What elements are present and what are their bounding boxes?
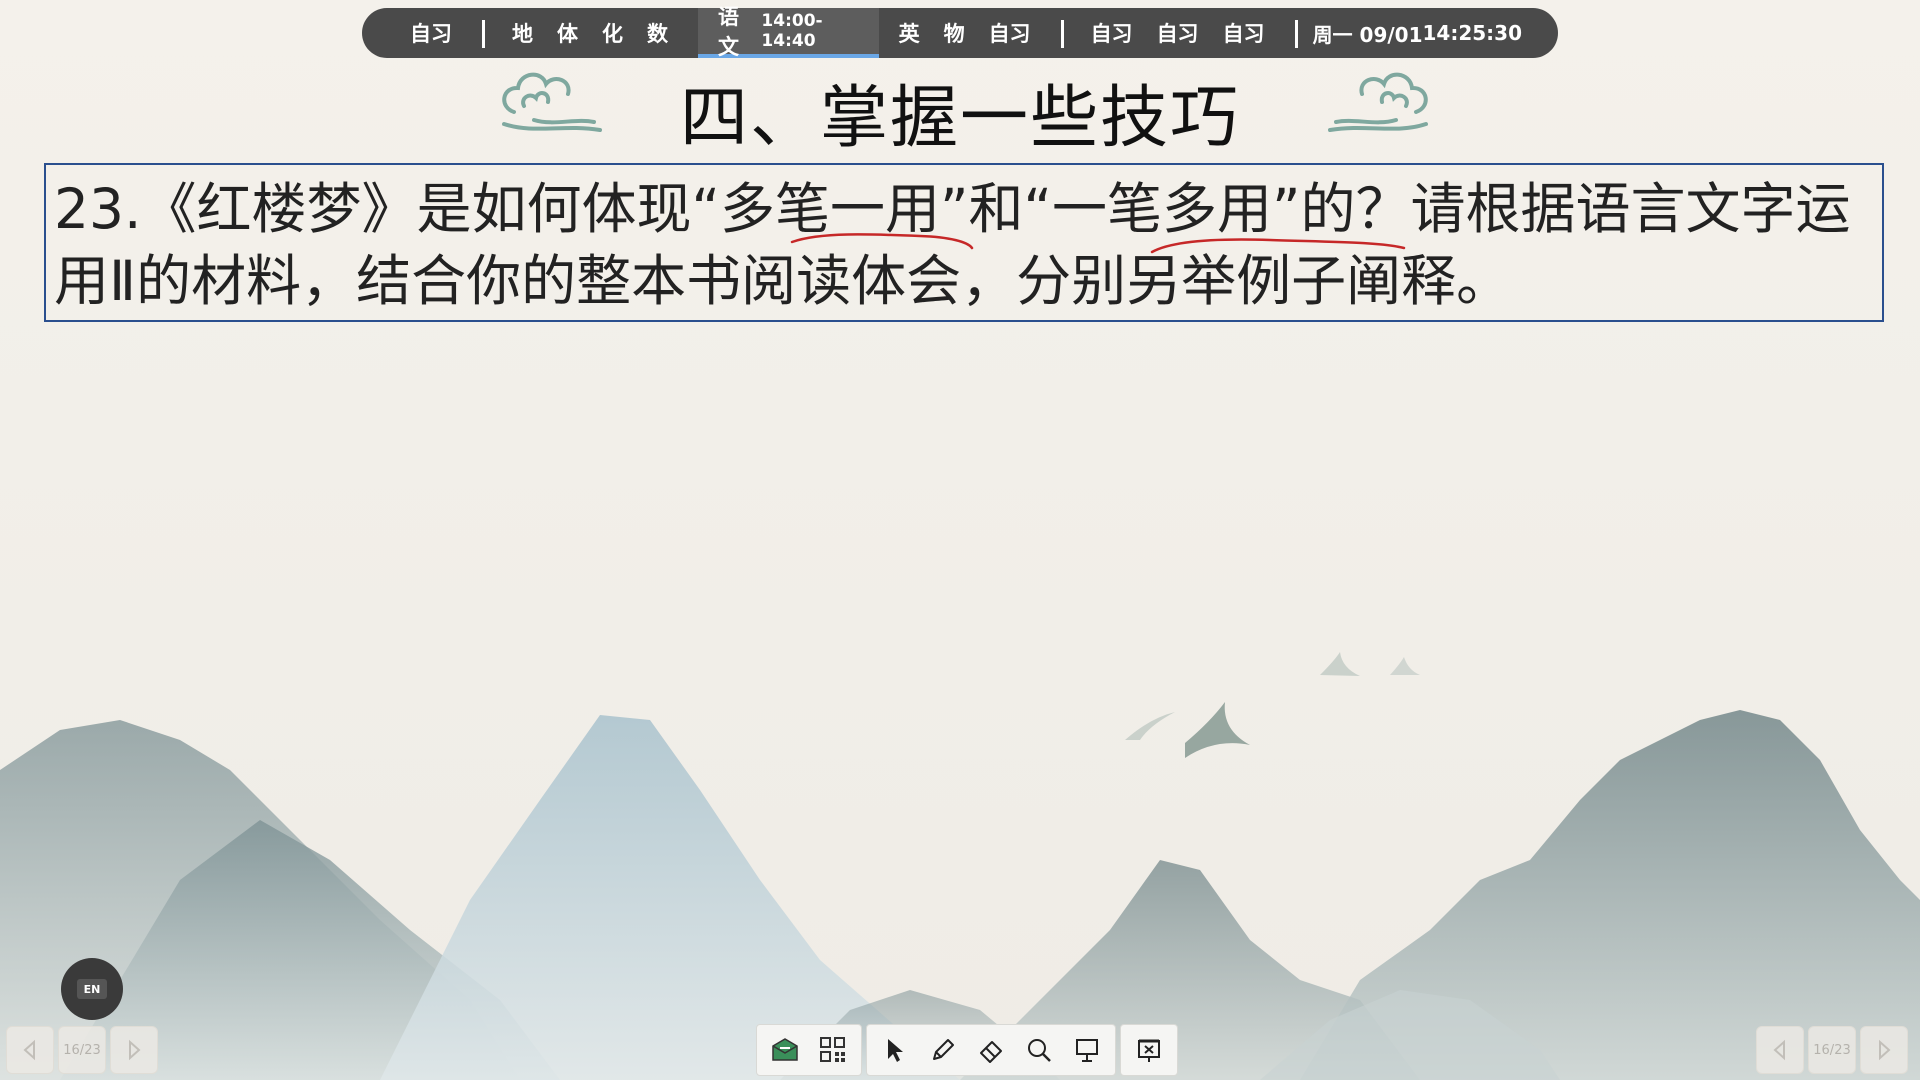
screen-icon (1076, 1039, 1098, 1062)
exit-slideshow-button[interactable] (1125, 1026, 1173, 1074)
next-page-button[interactable] (1860, 1026, 1908, 1074)
schedule-item[interactable]: 自习 (1091, 18, 1133, 48)
pointer-tool-button[interactable] (871, 1026, 919, 1074)
schedule-group-morning: 自习 (380, 8, 482, 58)
search-icon (1028, 1039, 1051, 1062)
date-text: 周一 09/01 (1312, 22, 1423, 47)
schedule-group-evening: 自习 自习 自习 (1060, 8, 1295, 58)
schedule-item[interactable]: 自习 (989, 18, 1031, 48)
schedule-group-afternoon: 英 物 自习 (879, 8, 1061, 58)
current-class-subject: 语文 (718, 5, 739, 59)
class-schedule-bar: 自习 地 体 化 数 语文 14:00-14:40 英 物 自习 自习 自习 自… (362, 5, 1558, 59)
apps-button[interactable] (809, 1026, 857, 1074)
search-tool-button[interactable] (1015, 1026, 1063, 1074)
schedule-item[interactable]: 自习 (1157, 18, 1199, 48)
schedule-item[interactable]: 物 (944, 18, 965, 48)
screen-tool-button[interactable] (1063, 1026, 1111, 1074)
page-counter: 16/23 (58, 1026, 106, 1074)
schedule-item[interactable]: 英 (899, 18, 920, 48)
pen-tool-button[interactable] (919, 1026, 967, 1074)
schedule-datetime: 周一 09/01 14:25:30 (1294, 8, 1540, 58)
schedule-item[interactable]: 自习 (1223, 18, 1265, 48)
schedule-item[interactable]: 自习 (410, 18, 452, 48)
class-tool-button[interactable] (761, 1026, 809, 1074)
schedule-group-midday: 地 体 化 数 (482, 8, 698, 58)
current-class[interactable]: 语文 14:00-14:40 (698, 5, 879, 59)
chevron-right-icon (1879, 1039, 1891, 1061)
schedule-item[interactable]: 体 (557, 18, 578, 48)
toolbar-group-draw (866, 1024, 1116, 1076)
toolbar-group-apps (756, 1024, 862, 1076)
pen-icon (933, 1039, 954, 1060)
apps-grid-icon (820, 1037, 845, 1062)
schedule-item[interactable]: 化 (602, 18, 623, 48)
clock-text: 14:25:30 (1422, 21, 1523, 45)
keyboard-icon: EN (77, 979, 107, 999)
class-icon (772, 1038, 798, 1061)
chevron-right-icon (129, 1039, 141, 1061)
language-switch-button[interactable]: EN (61, 958, 123, 1020)
schedule-item[interactable]: 数 (647, 18, 668, 48)
eraser-icon (980, 1041, 1002, 1063)
ink-landscape-background (0, 0, 1920, 1080)
current-class-time: 14:00-14:40 (761, 11, 823, 51)
previous-page-button[interactable] (1756, 1026, 1804, 1074)
presentation-toolbar (756, 1024, 1182, 1076)
previous-page-button[interactable] (6, 1026, 54, 1074)
pointer-icon (888, 1039, 903, 1062)
page-navigator-right: 16/23 (1756, 1026, 1912, 1074)
chevron-left-icon (23, 1039, 35, 1061)
toolbar-group-exit (1120, 1024, 1178, 1076)
slide-title: 四、掌握一些技巧 (679, 79, 1240, 158)
red-ink-underline (1150, 238, 1406, 254)
eraser-tool-button[interactable] (967, 1026, 1015, 1074)
page-navigator-left: 16/23 (6, 1026, 162, 1074)
next-page-button[interactable] (110, 1026, 158, 1074)
language-label: EN (83, 982, 101, 996)
red-ink-underline (790, 233, 974, 250)
exit-slideshow-icon (1138, 1039, 1160, 1062)
schedule-item[interactable]: 地 (512, 18, 533, 48)
page-counter: 16/23 (1808, 1026, 1856, 1074)
chevron-left-icon (1773, 1039, 1785, 1061)
